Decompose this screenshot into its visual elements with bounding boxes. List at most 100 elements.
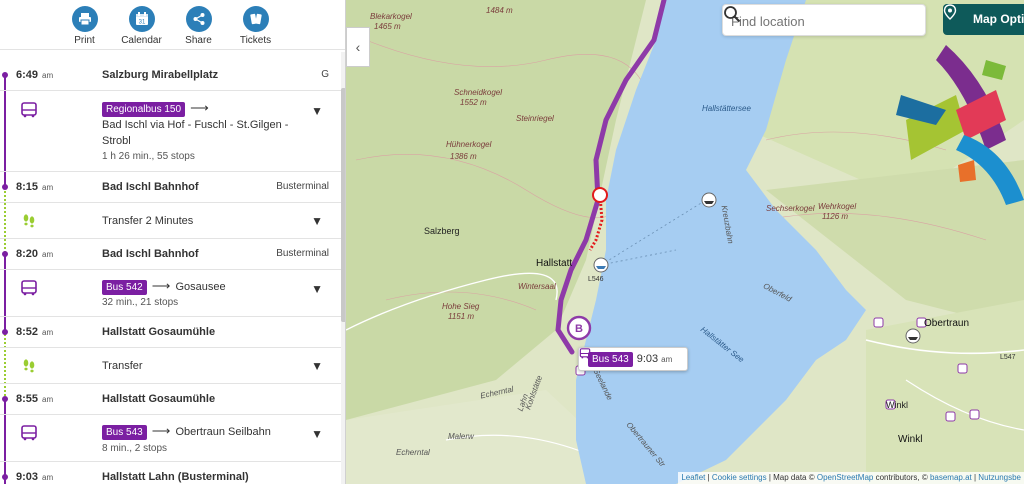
stop-row[interactable]: 8:15 am Bad Ischl Bahnhof Busterminal	[0, 172, 341, 203]
departure-time: 8:55 am	[16, 393, 54, 405]
stop-row[interactable]: 8:55 am Hallstatt Gosaumühle	[0, 384, 341, 415]
leg-line-info: Regionalbus 150 ⟶	[102, 100, 209, 117]
place-winkl-main: Winkl	[898, 434, 923, 445]
attribution-text: Map data ©	[773, 473, 815, 482]
peak-label: Blekarkogel	[370, 12, 412, 21]
stop-row[interactable]: 8:52 am Hallstatt Gosaumühle	[0, 317, 341, 348]
transfer-leg-row[interactable]: Transfer ▼	[0, 348, 341, 384]
calendar-button[interactable]: 31 Calendar	[113, 0, 170, 49]
peak-label: Hohe Sieg	[442, 302, 480, 311]
leg-direction: Obertraun Seilbahn	[175, 426, 271, 438]
stop-dot	[2, 72, 8, 78]
transfer-leg-row[interactable]: Transfer 2 Minutes ▼	[0, 203, 341, 239]
arrival-time: 8:15 am	[16, 181, 54, 193]
expand-chevron-icon[interactable]: ▼	[311, 104, 323, 118]
itinerary-panel: Print 31 Calendar Share Tickets 6:49 am …	[0, 0, 346, 484]
search-input[interactable]	[731, 11, 891, 31]
tickets-label: Tickets	[239, 35, 272, 46]
stop-dot	[2, 251, 8, 257]
terms-link[interactable]: Nutzungsbe	[978, 473, 1021, 482]
stop-row[interactable]: 8:20 am Bad Ischl Bahnhof Busterminal	[0, 239, 341, 270]
share-label: Share	[185, 35, 212, 46]
expand-chevron-icon[interactable]: ▼	[311, 282, 323, 296]
map-view[interactable]: B Blekarkogel 1465 m 1484 m Schneidkogel…	[346, 0, 1024, 484]
map-canvas[interactable]: B	[346, 0, 1024, 484]
tickets-icon	[242, 6, 269, 32]
peak-label: Wehrkogel	[818, 202, 857, 211]
place-label: Steinriegel	[516, 114, 554, 123]
stop-dot	[2, 474, 8, 480]
arrival-time: 8:52 am	[16, 326, 54, 338]
place-salzberg: Salzberg	[424, 226, 460, 236]
stop-row[interactable]: 9:03 am Hallstatt Lahn (Busterminal)	[0, 462, 341, 484]
bus-leg-row[interactable]: Regionalbus 150 ⟶ Bad Ischl via Hof - Fu…	[0, 92, 341, 172]
line-badge: Regionalbus 150	[102, 102, 186, 117]
peak-elevation: 1552 m	[460, 98, 487, 107]
svg-text:31: 31	[138, 20, 145, 26]
road-label: Malerw	[448, 432, 474, 441]
stop-name: Hallstatt Gosaumühle	[102, 326, 216, 338]
calendar-icon: 31	[128, 6, 155, 32]
stop-name: Bad Ischl Bahnhof	[102, 248, 199, 260]
location-search[interactable]	[722, 4, 926, 36]
stop-platform: G	[321, 69, 329, 80]
peak-elevation: 1151 m	[448, 312, 475, 321]
leg-line-info: Bus 542 ⟶ Gosausee	[102, 278, 226, 295]
osm-link[interactable]: OpenStreetMap	[817, 473, 873, 482]
popup-time: 9:03	[636, 353, 659, 365]
expand-chevron-icon[interactable]: ▼	[311, 427, 323, 441]
stop-platform: Busterminal	[276, 248, 329, 259]
map-options-button[interactable]: Map Options	[943, 4, 1024, 35]
leg-details: 8 min., 2 stops	[102, 443, 168, 454]
departure-time: 6:49 am	[16, 69, 54, 81]
place-obertraun: Obertraun	[924, 318, 970, 329]
bus-icon	[579, 348, 591, 359]
bus-icon	[21, 425, 37, 441]
leg-details: 1 h 26 min., 55 stops	[102, 151, 195, 162]
share-icon	[185, 6, 212, 32]
line-badge: Bus 543	[102, 425, 147, 440]
search-icon[interactable]	[723, 5, 741, 23]
road-number: L547	[1000, 354, 1016, 361]
stop-name: Bad Ischl Bahnhof	[102, 181, 199, 193]
bus-icon	[21, 102, 37, 118]
arrival-popup[interactable]: Bus 543 9:03 am	[578, 347, 688, 371]
itinerary-toolbar: Print 31 Calendar Share Tickets	[0, 0, 345, 50]
peak-elevation: 1484 m	[486, 6, 513, 15]
leaflet-link[interactable]: Leaflet	[681, 473, 705, 482]
lake-label: Hallstättersee	[702, 104, 751, 113]
departure-time: 8:20 am	[16, 248, 54, 260]
expand-chevron-icon[interactable]: ▼	[311, 359, 323, 373]
tickets-button[interactable]: Tickets	[227, 0, 284, 49]
peak-elevation: 1465 m	[374, 22, 401, 31]
share-button[interactable]: Share	[170, 0, 227, 49]
calendar-label: Calendar	[121, 35, 162, 46]
basemap-link[interactable]: basemap.at	[930, 473, 972, 482]
peak-label: Sechserkogel	[766, 204, 815, 213]
stop-name: Hallstatt Gosaumühle	[102, 393, 216, 405]
road-number: L546	[588, 276, 604, 283]
line-badge: Bus 542	[102, 280, 147, 295]
stop-platform: Busterminal	[276, 181, 329, 192]
stop-dot	[2, 396, 8, 402]
peak-elevation: 1386 m	[450, 152, 477, 161]
footsteps-icon	[23, 214, 35, 228]
bus-leg-row[interactable]: Bus 542 ⟶ Gosausee 32 min., 21 stops ▼	[0, 270, 341, 317]
popup-ampm: am	[661, 354, 673, 364]
map-options-label: Map Options	[973, 12, 1024, 26]
bus-leg-row[interactable]: Bus 543 ⟶ Obertraun Seilbahn 8 min., 2 s…	[0, 415, 341, 462]
print-button[interactable]: Print	[56, 0, 113, 49]
trip-planner-app: Print 31 Calendar Share Tickets 6:49 am …	[0, 0, 1024, 484]
footsteps-icon	[23, 359, 35, 373]
stop-dot	[2, 184, 8, 190]
printer-icon	[71, 6, 98, 32]
collapse-panel-button[interactable]: ‹	[346, 27, 370, 67]
stop-row[interactable]: 6:49 am Salzburg Mirabellplatz G	[0, 60, 341, 91]
direction-arrow: ⟶	[151, 278, 171, 293]
transfer-label: Transfer	[102, 360, 143, 372]
expand-chevron-icon[interactable]: ▼	[311, 214, 323, 228]
attribution-text: contributors, ©	[875, 473, 928, 482]
svg-text:B: B	[575, 323, 583, 335]
bus-icon	[21, 280, 37, 296]
cookie-settings-link[interactable]: Cookie settings	[712, 473, 767, 482]
